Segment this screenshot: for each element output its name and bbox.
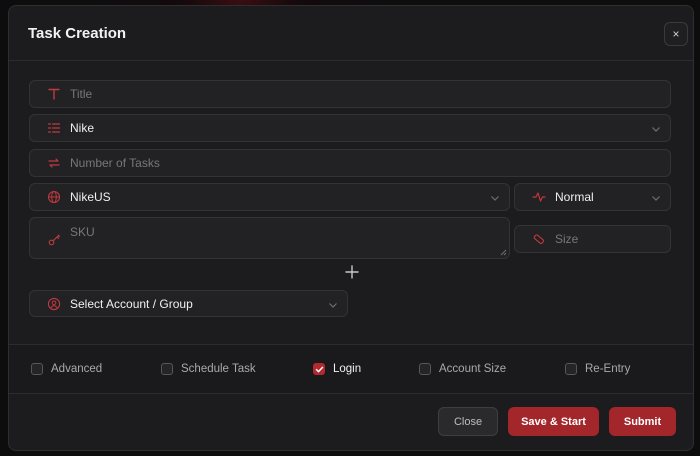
sku-placeholder: SKU bbox=[70, 225, 95, 239]
title-input[interactable]: Title bbox=[29, 80, 671, 108]
add-row-icon[interactable] bbox=[345, 265, 359, 279]
account-group-label: Select Account / Group bbox=[70, 296, 193, 311]
re-entry-checkbox[interactable]: Re-Entry bbox=[565, 363, 630, 375]
chevron-down-icon bbox=[329, 303, 337, 308]
resize-handle-icon[interactable] bbox=[500, 249, 507, 256]
save-and-start-button[interactable]: Save & Start bbox=[508, 407, 599, 436]
chevron-down-icon bbox=[652, 196, 660, 201]
chevron-down-icon bbox=[652, 127, 660, 132]
store-select[interactable]: Nike bbox=[29, 114, 671, 142]
mode-select[interactable]: Normal bbox=[514, 183, 671, 211]
globe-icon bbox=[46, 189, 62, 205]
re-entry-label: Re-Entry bbox=[585, 363, 631, 375]
checkbox-box[interactable] bbox=[419, 363, 431, 375]
check-icon bbox=[315, 366, 323, 372]
advanced-label: Advanced bbox=[51, 363, 103, 375]
task-creation-modal: Task Creation × Title Nike Number of Tas… bbox=[8, 5, 694, 451]
checkbox-box[interactable] bbox=[31, 363, 43, 375]
number-of-tasks-placeholder: Number of Tasks bbox=[70, 156, 160, 170]
login-checkbox[interactable]: Login bbox=[313, 363, 361, 375]
schedule-task-label: Schedule Task bbox=[181, 363, 256, 375]
modal-title: Task Creation bbox=[28, 25, 127, 42]
region-select[interactable]: NikeUS bbox=[29, 183, 510, 211]
mode-value: Normal bbox=[555, 190, 594, 204]
list-icon bbox=[46, 120, 62, 136]
submit-button[interactable]: Submit bbox=[609, 407, 676, 436]
region-value: NikeUS bbox=[70, 190, 111, 204]
close-button[interactable]: Close bbox=[438, 407, 498, 436]
user-circle-icon bbox=[46, 296, 62, 312]
checkbox-box[interactable] bbox=[161, 363, 173, 375]
account-size-checkbox[interactable]: Account Size bbox=[419, 363, 506, 375]
close-modal-button[interactable]: × bbox=[664, 22, 688, 46]
number-of-tasks-input[interactable]: Number of Tasks bbox=[29, 149, 671, 177]
modal-header: Task Creation × bbox=[9, 6, 693, 61]
activity-icon bbox=[531, 189, 547, 205]
checkbox-box-checked[interactable] bbox=[313, 363, 325, 375]
chevron-down-icon bbox=[491, 196, 499, 201]
repeat-icon bbox=[46, 155, 62, 171]
text-t-icon bbox=[46, 86, 62, 102]
login-label: Login bbox=[333, 363, 362, 375]
tag-icon bbox=[531, 231, 547, 247]
advanced-checkbox[interactable]: Advanced bbox=[31, 363, 102, 375]
options-bar: Advanced Schedule Task Login Account Siz… bbox=[9, 344, 693, 394]
title-placeholder: Title bbox=[70, 87, 93, 101]
size-input[interactable]: Size bbox=[514, 225, 671, 253]
schedule-task-checkbox[interactable]: Schedule Task bbox=[161, 363, 256, 375]
account-size-label: Account Size bbox=[439, 363, 507, 375]
store-value: Nike bbox=[70, 121, 95, 135]
checkbox-box[interactable] bbox=[565, 363, 577, 375]
key-icon bbox=[46, 232, 62, 248]
size-placeholder: Size bbox=[555, 232, 579, 246]
sku-textarea[interactable]: SKU bbox=[29, 217, 510, 259]
close-icon: × bbox=[672, 27, 680, 41]
account-group-select[interactable]: Select Account / Group bbox=[29, 290, 348, 317]
